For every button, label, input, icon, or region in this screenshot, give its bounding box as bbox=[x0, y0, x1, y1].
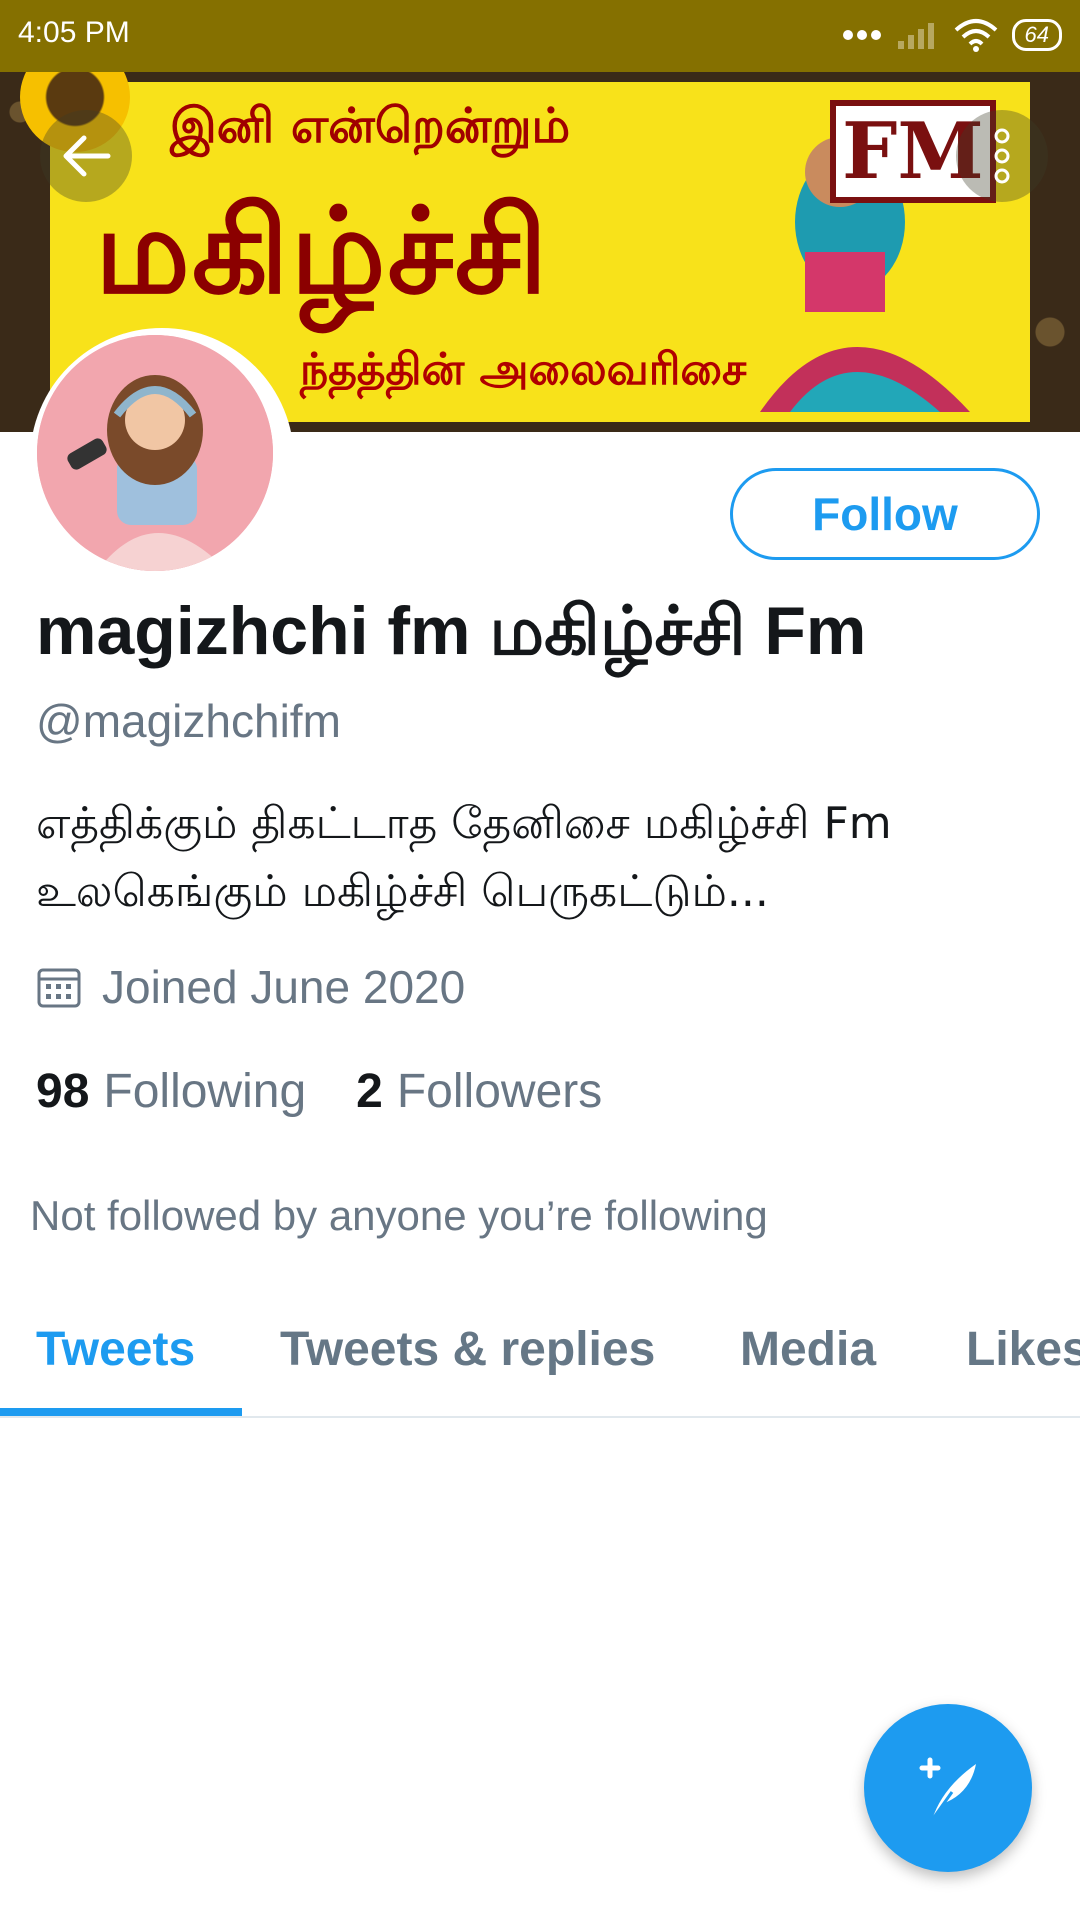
not-followed-notice: Not followed by anyone you’re following bbox=[30, 1192, 768, 1239]
profile-bio: எத்திக்கும் திகட்டாத தேனிசை மகிழ்ச்சி Fm… bbox=[36, 798, 892, 917]
avatar-image bbox=[37, 335, 273, 571]
more-options-button[interactable] bbox=[956, 110, 1048, 202]
profile-handle: @magizhchifm bbox=[36, 695, 341, 747]
wifi-icon bbox=[954, 19, 997, 52]
girl-with-headphones-image bbox=[37, 335, 273, 571]
profile-display-name: magizhchi fm மகிழ்ச்சி Fm bbox=[36, 593, 867, 669]
banner-line3: ந்தத்தின் அலைவரிசை bbox=[300, 344, 747, 395]
battery-icon: 64 bbox=[1011, 19, 1062, 51]
avatar[interactable] bbox=[30, 328, 294, 592]
follow-stats: 98 Following 2 Followers bbox=[36, 1064, 602, 1119]
follow-button[interactable]: Follow bbox=[730, 468, 1040, 560]
status-icons: 64 bbox=[842, 18, 1062, 52]
status-bar: 4:05 PM 64 bbox=[0, 0, 1080, 72]
tab-likes[interactable]: Likes bbox=[966, 1322, 1080, 1377]
compose-feather-icon bbox=[919, 1757, 976, 1821]
calendar-icon bbox=[37, 968, 81, 1008]
tab-media[interactable]: Media bbox=[740, 1322, 876, 1377]
profile-tabs: Tweets Tweets & replies Media Likes bbox=[0, 1310, 1080, 1418]
followers-label: Followers bbox=[396, 1065, 603, 1118]
banner-line1: இனி என்றென்றும் bbox=[170, 98, 571, 154]
joined-text: Joined June 2020 bbox=[102, 961, 466, 1013]
fm-logo: FM bbox=[830, 100, 996, 210]
active-tab-indicator bbox=[0, 1408, 242, 1416]
arrow-left-icon bbox=[63, 135, 111, 177]
dots-icon bbox=[842, 30, 881, 40]
followers-count: 2 bbox=[356, 1065, 383, 1118]
followers-link[interactable]: 2 Followers bbox=[356, 1064, 602, 1119]
back-button[interactable] bbox=[40, 110, 132, 202]
signal-icon bbox=[897, 23, 934, 49]
following-link[interactable]: 98 Following bbox=[36, 1064, 306, 1119]
more-vertical-icon bbox=[994, 128, 1010, 184]
tab-tweets-and-replies[interactable]: Tweets & replies bbox=[280, 1322, 655, 1377]
tab-tweets[interactable]: Tweets bbox=[36, 1322, 195, 1377]
following-count: 98 bbox=[36, 1065, 90, 1118]
status-time: 4:05 PM bbox=[18, 16, 130, 49]
following-label: Following bbox=[103, 1065, 307, 1118]
compose-tweet-button[interactable] bbox=[864, 1704, 1032, 1872]
joined-date: Joined June 2020 bbox=[36, 960, 465, 1014]
banner-line2: மகிழ்ச்சி bbox=[95, 182, 550, 320]
